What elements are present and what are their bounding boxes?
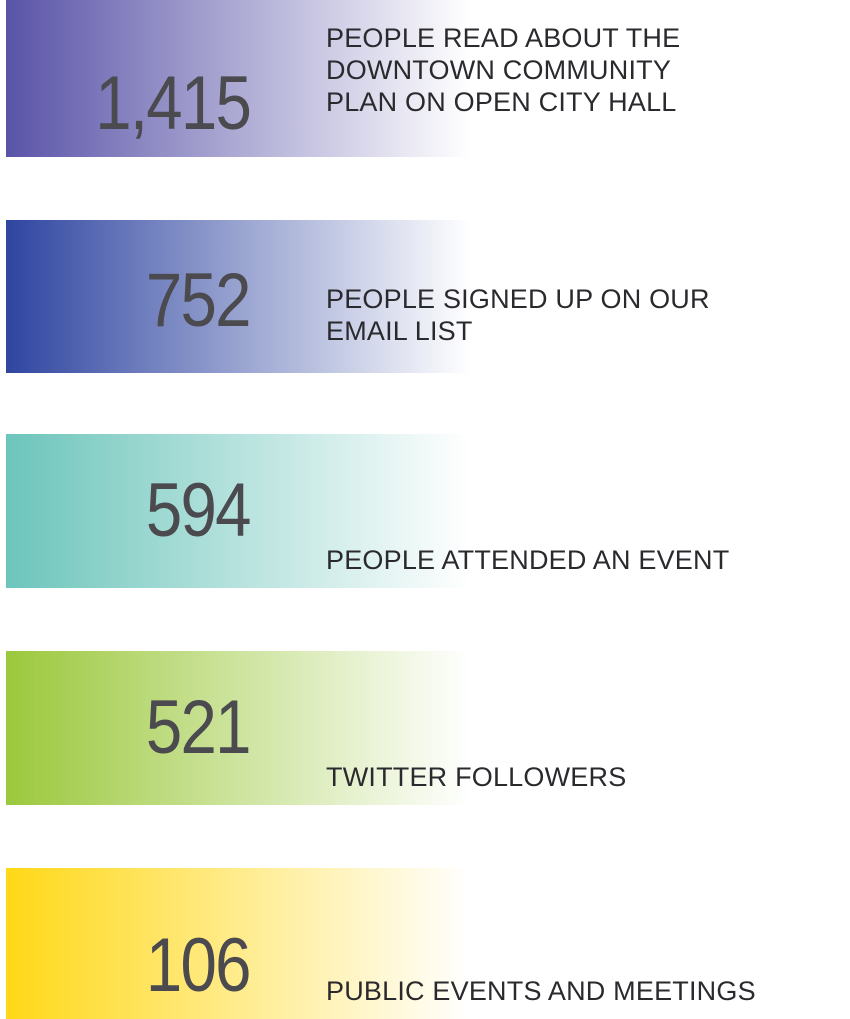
stat-number: 106	[146, 923, 252, 1008]
stat-number: 752	[146, 257, 252, 343]
stat-number: 521	[146, 685, 252, 770]
stat-band-twitter-followers: 521 TWITTER FOLLOWERS	[6, 651, 850, 805]
stat-caption-line: PUBLIC EVENTS AND MEETINGS	[326, 976, 756, 1006]
stat-caption-line: PEOPLE ATTENDED AN EVENT	[326, 545, 730, 575]
stat-caption-line: PLAN ON OPEN CITY HALL	[326, 87, 677, 117]
stat-caption-line: EMAIL LIST	[326, 316, 473, 346]
stat-caption: PUBLIC EVENTS AND MEETINGS	[326, 975, 756, 1007]
stat-caption: PEOPLE SIGNED UP ON OUR EMAIL LIST	[326, 283, 710, 347]
stat-caption-line: PEOPLE SIGNED UP ON OUR	[326, 284, 710, 314]
stat-caption-line: PEOPLE READ ABOUT THE	[326, 23, 681, 53]
stat-caption: TWITTER FOLLOWERS	[326, 761, 626, 793]
stat-band-email-signups: 752 PEOPLE SIGNED UP ON OUR EMAIL LIST	[6, 220, 850, 373]
stat-caption: PEOPLE ATTENDED AN EVENT	[326, 544, 729, 576]
stat-caption: PEOPLE READ ABOUT THE DOWNTOWN COMMUNITY…	[326, 22, 680, 118]
stat-caption-line: DOWNTOWN COMMUNITY	[326, 55, 672, 85]
stat-caption-line: TWITTER FOLLOWERS	[326, 762, 627, 792]
stat-band-public-events: 106 PUBLIC EVENTS AND MEETINGS	[6, 868, 850, 1019]
stat-number: 1,415	[95, 60, 252, 146]
stat-number: 594	[146, 468, 252, 553]
stat-band-event-attendees: 594 PEOPLE ATTENDED AN EVENT	[6, 434, 850, 588]
stat-band-open-city-hall-readers: 1,415 PEOPLE READ ABOUT THE DOWNTOWN COM…	[6, 0, 850, 157]
